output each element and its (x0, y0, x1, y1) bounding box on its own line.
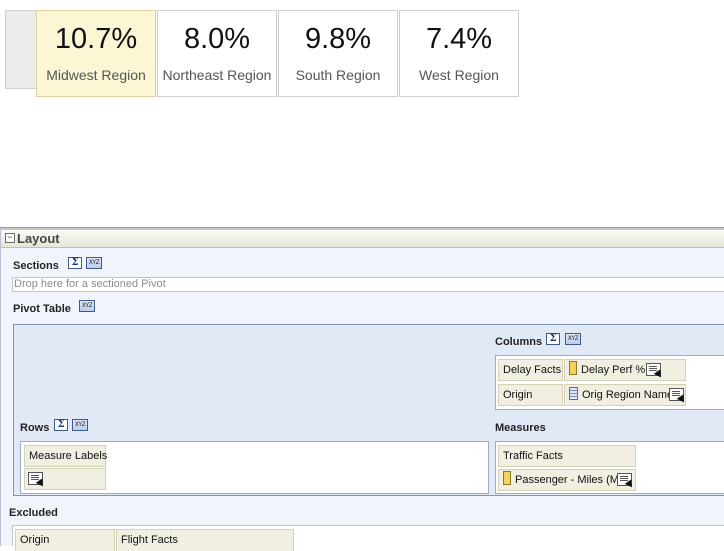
measure-column-icon (569, 361, 577, 375)
tile-label: South Region (295, 67, 381, 83)
rows-label: Rows (20, 422, 50, 434)
excluded-label: Excluded (9, 507, 58, 519)
measure-chip-passenger-miles[interactable]: Passenger - Miles (M) (498, 469, 636, 491)
pivot-table-box: Columns Σ XYZ Delay Facts Delay Perf % O… (13, 324, 724, 496)
tile-label: West Region (419, 67, 499, 83)
column-source-chip[interactable]: Origin (498, 384, 563, 406)
column-chip-delay-perf[interactable]: Delay Perf % (564, 359, 686, 381)
tile-value: 7.4% (425, 23, 493, 55)
row-menu-icon[interactable] (28, 472, 43, 485)
row-chip-measure-labels[interactable]: Measure Labels (24, 445, 107, 467)
measure-source-chip[interactable]: Traffic Facts (498, 445, 636, 467)
layout-panel: − Layout Sections Σ XYZ Drop here for a … (0, 230, 724, 551)
attribute-column-icon (569, 387, 578, 400)
measures-label: Measures (495, 422, 546, 434)
sigma-icon[interactable]: Σ (54, 419, 68, 431)
tile-label: Northeast Region (162, 67, 272, 83)
pivot-table-label: Pivot Table (13, 303, 71, 315)
tile-value: 8.0% (183, 23, 251, 55)
tile-south-region[interactable]: 9.8% South Region (278, 10, 398, 97)
column-menu-icon[interactable] (669, 388, 684, 401)
column-source-chip[interactable]: Delay Facts (498, 359, 563, 381)
performance-tiles-area: 10.7% Midwest Region 8.0% Northeast Regi… (0, 0, 724, 228)
xyz-icon[interactable]: XYZ (72, 419, 88, 431)
column-chip-label: Delay Perf % (581, 364, 646, 376)
sigma-icon[interactable]: Σ (68, 257, 82, 269)
collapse-icon[interactable]: − (5, 233, 15, 243)
excluded-chip-flight-facts[interactable]: Flight Facts (116, 529, 294, 551)
sections-drop-zone[interactable]: Drop here for a sectioned Pivot (12, 277, 724, 292)
tile-row-handle (5, 10, 37, 89)
layout-title: Layout (17, 231, 60, 246)
columns-drop-zone[interactable]: Delay Facts Delay Perf % Origin Orig Reg… (495, 355, 724, 410)
measure-column-icon (503, 471, 511, 485)
sections-label: Sections (13, 260, 59, 272)
measure-menu-icon[interactable] (617, 473, 632, 486)
rows-drop-zone[interactable]: Measure Labels (20, 441, 489, 494)
xyz-icon[interactable]: XYZ (86, 257, 102, 269)
measure-labels-menu-chip[interactable] (24, 468, 106, 490)
measures-drop-zone[interactable]: Traffic Facts Passenger - Miles (M) (495, 441, 724, 494)
tile-midwest-region[interactable]: 10.7% Midwest Region (36, 10, 156, 97)
measure-chip-label: Passenger - Miles (M) (515, 474, 623, 486)
columns-label: Columns (495, 336, 543, 348)
xyz-icon[interactable]: XYZ (79, 300, 95, 312)
tile-label: Midwest Region (46, 67, 146, 83)
tile-west-region[interactable]: 7.4% West Region (399, 10, 519, 97)
xyz-icon[interactable]: XYZ (565, 333, 581, 345)
tile-northeast-region[interactable]: 8.0% Northeast Region (157, 10, 277, 97)
tile-value: 10.7% (54, 23, 138, 55)
column-menu-icon[interactable] (646, 363, 661, 376)
excluded-chip-origin[interactable]: Origin (15, 529, 115, 551)
layout-header: − Layout (1, 230, 724, 248)
tile-value: 9.8% (304, 23, 372, 55)
column-chip-label: Orig Region Name (582, 389, 674, 401)
sigma-icon[interactable]: Σ (546, 333, 560, 345)
column-chip-orig-region[interactable]: Orig Region Name (564, 384, 686, 406)
excluded-drop-zone[interactable]: Origin Flight Facts (12, 525, 724, 551)
